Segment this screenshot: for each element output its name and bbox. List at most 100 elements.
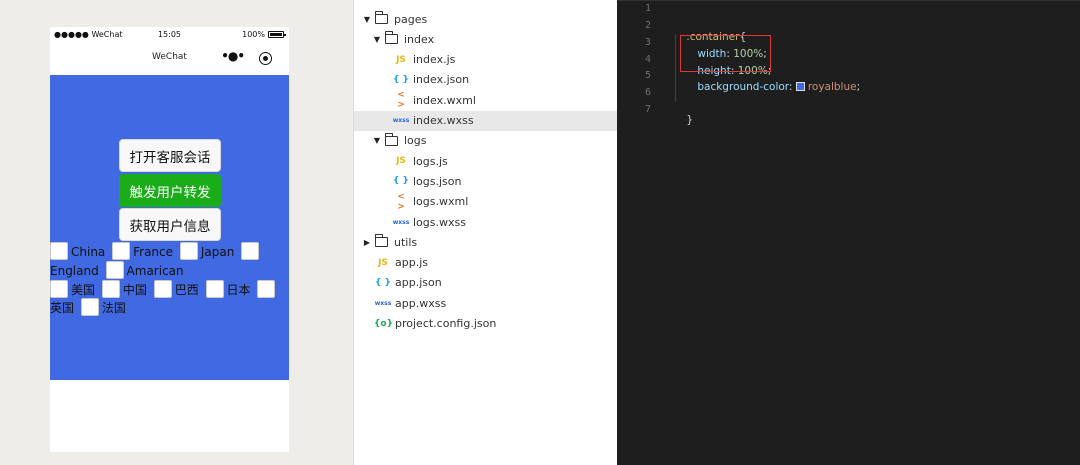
code-line-5: background-color: royalblue; bbox=[684, 69, 860, 105]
checkbox-china[interactable] bbox=[50, 242, 68, 260]
tree-item-label: utils bbox=[394, 235, 418, 249]
checkbox-france[interactable] bbox=[112, 242, 131, 260]
checkbox-group-cn-row1: 美国 中国 巴西 日本 bbox=[50, 280, 289, 299]
wxml-file-icon: < > bbox=[397, 191, 405, 212]
js-file-icon: JS bbox=[396, 156, 406, 167]
checkbox-brazil[interactable] bbox=[153, 280, 172, 298]
wxss-file-icon: wxss bbox=[374, 299, 392, 307]
tree-item-utils[interactable]: ▶ utils bbox=[354, 232, 618, 252]
checkbox-group-en-row1: China France Japan bbox=[50, 242, 289, 261]
tree-item-index-wxss[interactable]: wxss index.wxss bbox=[354, 110, 618, 131]
status-bar: ●●●●● WeChat 15:05 100% bbox=[50, 27, 289, 43]
checkbox-label: 英国 bbox=[50, 301, 75, 315]
menu-dots-icon[interactable]: •●• bbox=[221, 49, 245, 63]
checkbox-label: Amarican bbox=[126, 264, 184, 278]
line-number: 2 bbox=[644, 20, 651, 31]
css-value: royalblue bbox=[807, 81, 857, 93]
nav-bar: WeChat •●• bbox=[50, 43, 289, 75]
checkbox-china-cn[interactable] bbox=[101, 280, 120, 298]
checkbox-group-en-row2: England Amarican bbox=[50, 261, 289, 280]
simulator-pane: ●●●●● WeChat 15:05 100% WeChat •●• 打开客服会… bbox=[0, 0, 353, 465]
js-file-icon: JS bbox=[396, 54, 406, 65]
phone-screen: ●●●●● WeChat 15:05 100% WeChat •●• 打开客服会… bbox=[50, 27, 289, 452]
battery-icon bbox=[268, 31, 286, 38]
checkbox-usa[interactable] bbox=[50, 280, 68, 298]
tree-item-app-js[interactable]: JS app.js bbox=[354, 253, 618, 273]
file-explorer: ▼ pages ▼ index JS index.js { } index.json < > in… bbox=[353, 0, 618, 465]
get-userinfo-button[interactable]: 获取用户信息 bbox=[119, 208, 221, 241]
checkbox-label: 法国 bbox=[101, 301, 126, 315]
tree-item-index-wxml[interactable]: < > index.wxml bbox=[354, 90, 618, 110]
tree-item-label: index.wxss bbox=[413, 114, 474, 127]
checkbox-england[interactable] bbox=[241, 242, 260, 260]
battery-status: 100% bbox=[242, 30, 286, 39]
wxml-file-icon: < > bbox=[397, 90, 405, 111]
wxss-file-icon: wxss bbox=[392, 117, 410, 124]
code-line-7: } bbox=[673, 102, 693, 138]
caret-right-icon[interactable]: ▶ bbox=[362, 238, 372, 247]
folder-open-icon bbox=[375, 11, 388, 24]
tree-item-index-json[interactable]: { } index.json bbox=[354, 70, 618, 90]
tree-item-app-json[interactable]: { } app.json bbox=[354, 273, 618, 293]
checkbox-label: 美国 bbox=[71, 283, 96, 297]
tree-item-logs[interactable]: ▼ logs bbox=[354, 131, 618, 151]
wxss-file-icon: wxss bbox=[392, 218, 410, 226]
folder-open-icon bbox=[385, 31, 398, 45]
line-number: 5 bbox=[644, 70, 651, 81]
container-view: 打开客服会话 触发用户转发 获取用户信息 China France Japan … bbox=[50, 75, 289, 380]
tree-item-logs-json[interactable]: { } logs.json bbox=[354, 171, 618, 191]
battery-percent: 100% bbox=[242, 30, 265, 39]
code-editor[interactable]: 1 2 3 4 5 6 7 .container{ width: 100%; h… bbox=[617, 0, 1080, 465]
share-button[interactable]: 触发用户转发 bbox=[119, 174, 221, 207]
tree-item-label: logs.js bbox=[413, 154, 448, 168]
checkbox-japan-cn[interactable] bbox=[205, 280, 224, 298]
tree-item-logs-wxss[interactable]: wxss logs.wxss bbox=[354, 212, 618, 232]
tree-item-label: app.wxss bbox=[395, 296, 447, 310]
tree-item-label: index.js bbox=[413, 53, 456, 67]
tree-item-project-config-json[interactable]: {o} project.config.json bbox=[354, 314, 618, 334]
tree-item-pages[interactable]: ▼ pages bbox=[354, 9, 618, 29]
caret-down-icon[interactable]: ▼ bbox=[372, 136, 382, 145]
capsule-close-icon[interactable] bbox=[259, 52, 272, 65]
line-number: 3 bbox=[644, 37, 651, 48]
tree-item-label: index.json bbox=[413, 73, 470, 87]
checkbox-france-cn[interactable] bbox=[80, 298, 99, 316]
caret-down-icon[interactable]: ▼ bbox=[362, 15, 372, 24]
open-contact-button[interactable]: 打开客服会话 bbox=[119, 139, 221, 172]
folder-open-icon bbox=[385, 132, 398, 146]
checkbox-uk[interactable] bbox=[257, 280, 276, 298]
json-file-icon: { } bbox=[393, 176, 409, 187]
tree-item-label: app.js bbox=[395, 256, 428, 270]
tree-item-label: pages bbox=[394, 12, 428, 26]
checkbox-amarican[interactable] bbox=[105, 261, 124, 279]
checkbox-label: 巴西 bbox=[174, 283, 199, 297]
tree-item-label: logs.wxml bbox=[413, 195, 469, 209]
checkbox-label: 中国 bbox=[122, 283, 147, 297]
checkbox-label: 日本 bbox=[226, 283, 251, 297]
semicolon: ; bbox=[856, 81, 861, 93]
checkbox-label: England bbox=[50, 264, 99, 278]
css-property: background-color bbox=[697, 81, 789, 93]
tree-item-label: app.json bbox=[395, 276, 442, 290]
tree-item-label: logs bbox=[404, 134, 427, 148]
json-file-icon: { } bbox=[393, 74, 409, 85]
tree-item-index-js[interactable]: JS index.js bbox=[354, 50, 618, 70]
tree-item-index[interactable]: ▼ index bbox=[354, 29, 618, 49]
tree-item-logs-wxml[interactable]: < > logs.wxml bbox=[354, 192, 618, 212]
tree-item-logs-js[interactable]: JS logs.js bbox=[354, 151, 618, 171]
line-number: 6 bbox=[644, 87, 651, 98]
json-file-icon: { } bbox=[375, 277, 391, 288]
tree-item-label: index bbox=[404, 32, 435, 46]
checkbox-group-cn-row2: 英国 法国 bbox=[50, 298, 289, 317]
close-brace: } bbox=[686, 114, 694, 126]
editor-top-border bbox=[617, 0, 1080, 1]
caret-down-icon[interactable]: ▼ bbox=[372, 35, 382, 44]
color-swatch-icon[interactable] bbox=[795, 82, 805, 91]
line-number: 7 bbox=[644, 104, 651, 115]
checkbox-label: France bbox=[133, 245, 174, 259]
tree-item-app-wxss[interactable]: wxss app.wxss bbox=[354, 293, 618, 313]
line-number: 1 bbox=[644, 3, 651, 14]
checkbox-japan[interactable] bbox=[179, 242, 198, 260]
checkbox-label: China bbox=[71, 245, 106, 259]
nav-title: WeChat bbox=[152, 52, 187, 62]
